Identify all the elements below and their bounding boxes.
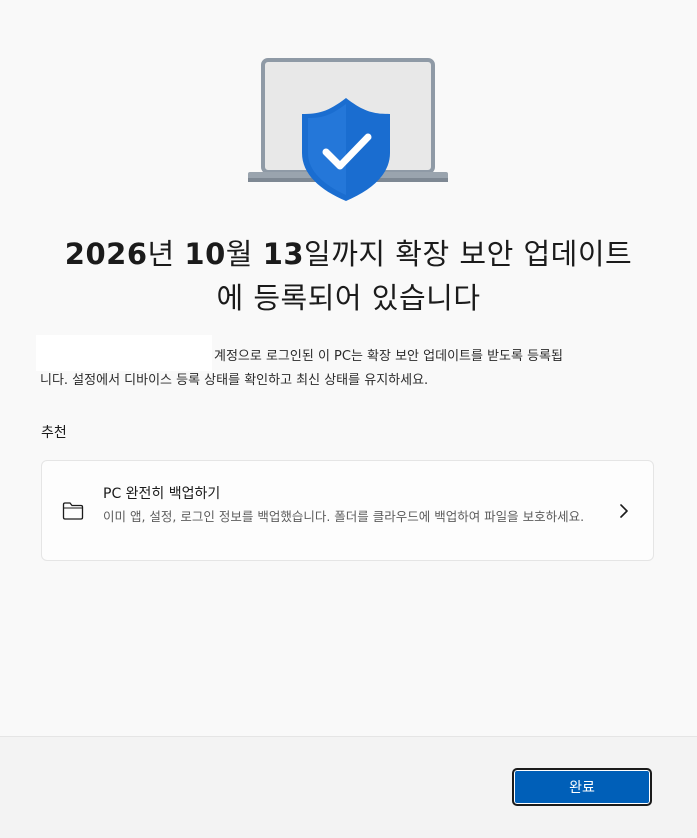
description-line2: 니다. 설정에서 디바이스 등록 상태를 확인하고 최신 상태를 유지하세요. [40,373,429,388]
title-month-unit: 월 [225,237,263,271]
folder-icon [62,502,84,520]
recommendation-section-label: 추천 [41,425,67,441]
backup-card-title: PC 완전히 백업하기 [103,486,221,502]
chevron-right-icon [620,504,628,518]
shield-check-icon [302,98,390,201]
dialog-window: 2026년 10월 13일까지 확장 보안 업데이트 에 등록되어 있습니다 계… [0,0,697,838]
account-name-redaction [36,335,212,371]
title-day: 13 [262,237,305,271]
title-year: 2026 [64,237,148,271]
description-line1: 계정으로 로그인된 이 PC는 확장 보안 업데이트를 받도록 등록됩 [214,349,563,364]
backup-pc-card[interactable]: PC 완전히 백업하기 이미 앱, 설정, 로그인 정보를 백업했습니다. 폴더… [41,460,654,561]
title-line1-rest: 일까지 확장 보안 업데이트 [304,237,633,271]
page-title: 2026년 10월 13일까지 확장 보안 업데이트 에 등록되어 있습니다 [30,232,667,320]
title-month: 10 [184,237,226,271]
backup-card-description: 이미 앱, 설정, 로그인 정보를 백업했습니다. 폴더를 클라우드에 백업하여… [103,509,585,524]
hero-illustration [248,58,448,201]
done-button[interactable]: 완료 [512,768,652,806]
title-line2: 에 등록되어 있습니다 [216,281,481,315]
title-year-unit: 년 [147,237,185,271]
